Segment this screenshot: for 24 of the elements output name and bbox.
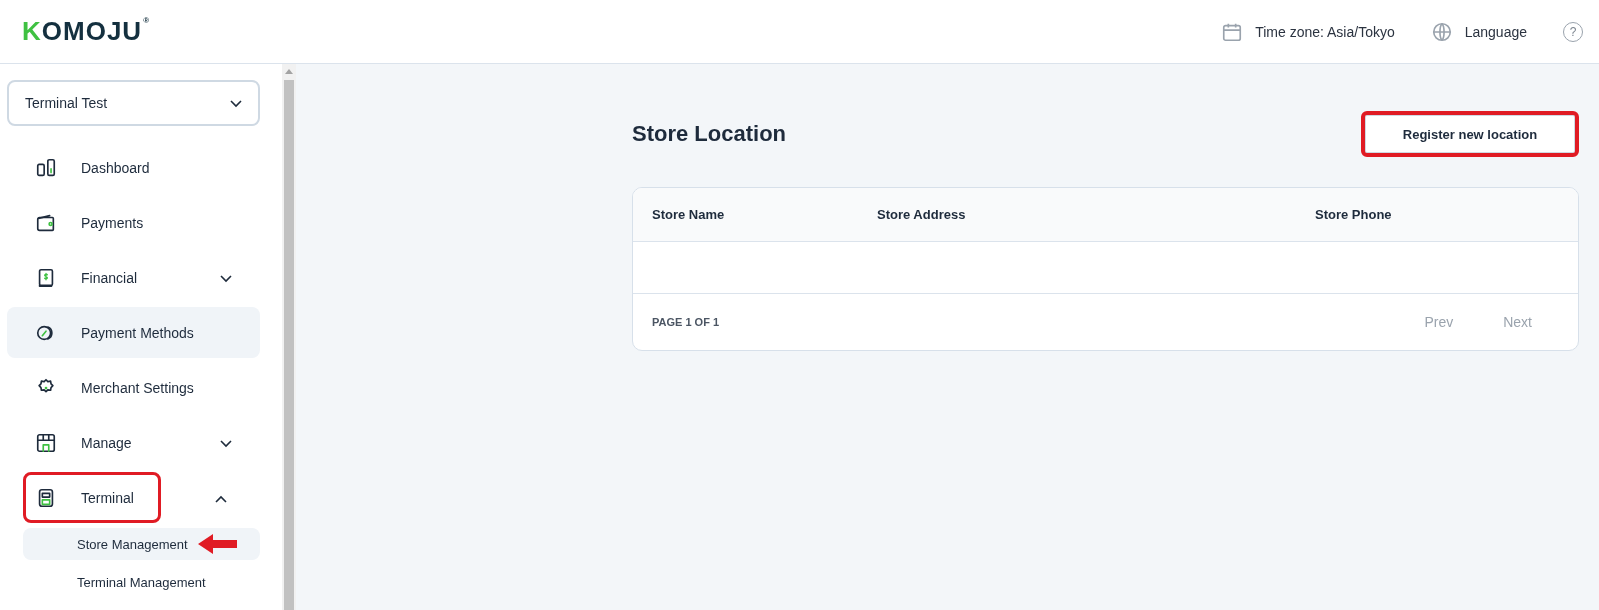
- page-indicator: PAGE 1 OF 1: [652, 316, 720, 328]
- sidebar-subitem[interactable]: Store Management: [23, 528, 260, 560]
- page-title: Store Location: [632, 121, 786, 147]
- sidebar-item[interactable]: Payments: [7, 197, 260, 248]
- account-dropdown[interactable]: Terminal Test: [7, 80, 260, 126]
- column-header: Store Phone: [1315, 207, 1393, 222]
- sidebar-item[interactable]: Financial: [7, 252, 260, 303]
- sidebar-item[interactable]: Dashboard: [7, 142, 260, 193]
- column-header: Store Name: [652, 207, 726, 222]
- language-link[interactable]: Language: [1464, 23, 1527, 40]
- timezone-link[interactable]: Time zone: Asia/Tokyo: [1255, 23, 1395, 40]
- register-location-button[interactable]: Register new location: [1361, 111, 1579, 157]
- sidebar-item[interactable]: Terminal: [23, 472, 161, 523]
- sidebar-item[interactable]: Payment Methods: [7, 307, 260, 358]
- scroll-up-icon[interactable]: [285, 68, 293, 74]
- storefront-icon: [35, 431, 57, 454]
- globe-icon: [1430, 20, 1453, 43]
- komoju-logo[interactable]: KOMOJU$^{®}$: [22, 16, 151, 47]
- sidebar-item[interactable]: Merchant Settings: [7, 362, 260, 413]
- sidebar-item[interactable]: Manage: [7, 417, 260, 468]
- sidebar-subitem[interactable]: Terminal Management: [23, 566, 260, 598]
- bar-chart-icon: [35, 156, 57, 179]
- column-header: Store Address: [877, 207, 967, 222]
- scrollbar[interactable]: [282, 64, 296, 610]
